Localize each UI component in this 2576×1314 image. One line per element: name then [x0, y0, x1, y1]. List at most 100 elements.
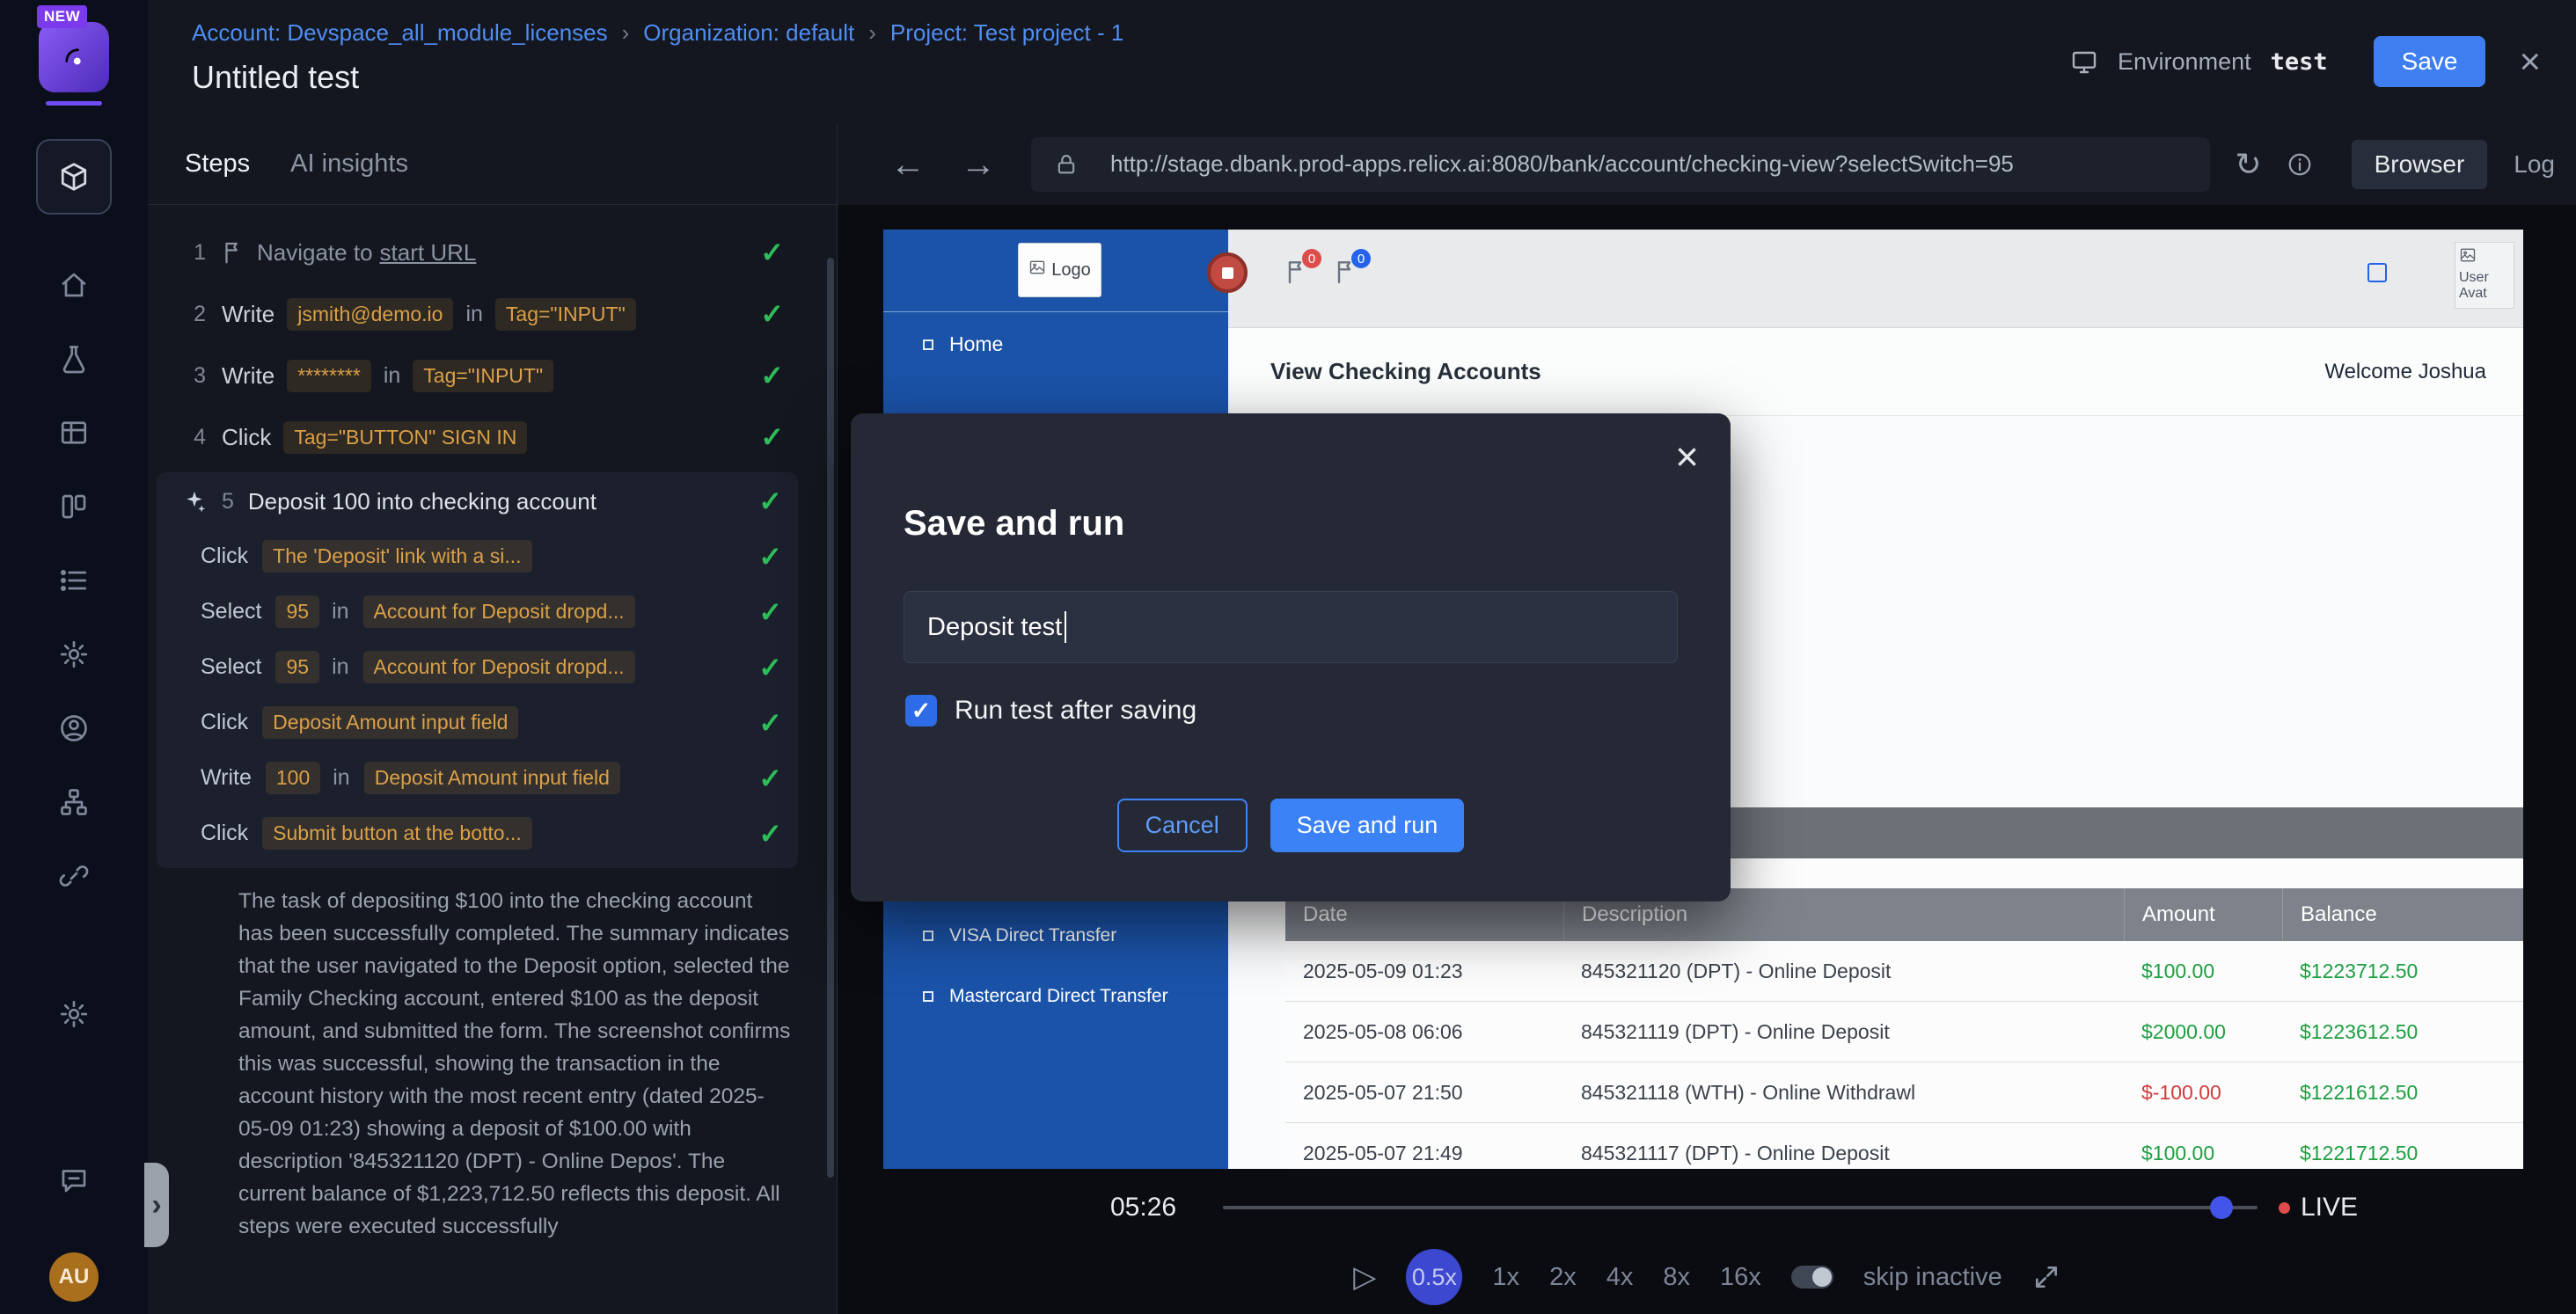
- speed-option-0-5x[interactable]: 0.5x: [1406, 1249, 1462, 1305]
- step-row-navigate[interactable]: 1 Navigate to start URL ✓: [148, 226, 837, 279]
- cell-date: 2025-05-09 01:23: [1285, 960, 1563, 983]
- bank-user-avatar-broken-image[interactable]: User Avat: [2455, 242, 2514, 309]
- target-chip[interactable]: Deposit Amount input field: [364, 762, 620, 794]
- substep-row[interactable]: Select 95 in Account for Deposit dropd..…: [169, 639, 782, 695]
- substep-row[interactable]: Write 100 in Deposit Amount input field …: [169, 750, 782, 806]
- target-chip[interactable]: Account for Deposit dropd...: [363, 595, 635, 628]
- col-header-amount: Amount: [2124, 888, 2282, 941]
- breadcrumb-separator: ›: [622, 19, 630, 47]
- back-icon[interactable]: ←: [890, 147, 926, 182]
- sidebar-item-suites[interactable]: [57, 416, 91, 449]
- speed-option-1x[interactable]: 1x: [1492, 1263, 1519, 1292]
- tab-browser[interactable]: Browser: [2352, 140, 2488, 189]
- breadcrumb-account[interactable]: Account: Devspace_all_module_licenses: [192, 19, 608, 47]
- sidebar-item-support-chat[interactable]: [57, 1164, 91, 1197]
- checkbox-checked-icon[interactable]: [905, 695, 937, 726]
- forward-icon[interactable]: →: [961, 147, 996, 182]
- value-chip[interactable]: 95: [275, 595, 319, 628]
- value-chip[interactable]: 100: [266, 762, 320, 794]
- info-icon[interactable]: [2287, 151, 2313, 178]
- start-url-link[interactable]: start URL: [380, 239, 477, 266]
- value-chip[interactable]: jsmith@demo.io: [287, 298, 453, 331]
- substep-row[interactable]: Select 95 in Account for Deposit dropd..…: [169, 584, 782, 639]
- expand-icon[interactable]: [2032, 1263, 2060, 1291]
- target-chip[interactable]: The 'Deposit' link with a si...: [262, 540, 531, 573]
- bank-flag-notification[interactable]: 0: [1332, 258, 1362, 296]
- bank-nav-visa-transfer[interactable]: VISA Direct Transfer: [923, 925, 1116, 946]
- bank-nav-mastercard-transfer[interactable]: Mastercard Direct Transfer: [923, 986, 1168, 1007]
- sidebar-item-home[interactable]: [57, 268, 91, 302]
- app-logo[interactable]: [39, 22, 109, 92]
- modal-close-icon[interactable]: ×: [1675, 436, 1699, 477]
- url-bar[interactable]: http://stage.dbank.prod-apps.relicx.ai:8…: [1031, 137, 2210, 192]
- step-row-write-email[interactable]: 2 Write jsmith@demo.io in Tag="INPUT" ✓: [148, 288, 837, 340]
- table-row[interactable]: 2025-05-07 21:50 845321118 (WTH) - Onlin…: [1285, 1062, 2523, 1123]
- save-button[interactable]: Save: [2374, 36, 2486, 87]
- sidebar-item-runs[interactable]: [57, 564, 91, 597]
- bank-welcome-text: Welcome Joshua: [2324, 360, 2486, 384]
- steps-tabs: Steps AI insights: [148, 123, 837, 205]
- substep-row[interactable]: Click Submit button at the botto... ✓: [169, 806, 782, 861]
- sidebar-item-integrations[interactable]: [57, 859, 91, 893]
- speed-option-8x[interactable]: 8x: [1663, 1263, 1690, 1292]
- live-label[interactable]: LIVE: [2301, 1193, 2358, 1223]
- bank-square-icon[interactable]: [2367, 263, 2387, 282]
- bank-nav-home[interactable]: Home: [923, 332, 1003, 356]
- target-chip[interactable]: Tag="BUTTON" SIGN IN: [283, 421, 527, 454]
- sidebar-item-tests[interactable]: [36, 139, 112, 215]
- table-row[interactable]: 2025-05-09 01:23 845321120 (DPT) - Onlin…: [1285, 941, 2523, 1002]
- test-name-input[interactable]: Deposit test: [904, 591, 1678, 663]
- step-row-write-password[interactable]: 3 Write ******** in Tag="INPUT" ✓: [148, 349, 837, 402]
- sidebar-item-flows[interactable]: [57, 785, 91, 819]
- substep-row[interactable]: Click Deposit Amount input field ✓: [169, 695, 782, 750]
- breadcrumb-project[interactable]: Project: Test project - 1: [890, 19, 1123, 47]
- sidebar-item-settings[interactable]: [57, 638, 91, 671]
- step-group-header[interactable]: 5 Deposit 100 into checking account ✓: [169, 474, 782, 529]
- user-avatar[interactable]: AU: [49, 1252, 99, 1302]
- panel-collapse-handle[interactable]: ›: [144, 1163, 169, 1247]
- notification-badge: 0: [1351, 249, 1371, 268]
- scrubber-thumb[interactable]: [2210, 1196, 2233, 1219]
- target-chip[interactable]: Tag="INPUT": [413, 360, 553, 392]
- environment-value[interactable]: test: [2271, 48, 2328, 76]
- tab-steps[interactable]: Steps: [185, 150, 250, 179]
- list-icon: [58, 565, 90, 596]
- step-row-click-signin[interactable]: 4 Click Tag="BUTTON" SIGN IN ✓: [148, 411, 837, 464]
- steps-scrollbar[interactable]: [827, 258, 834, 1178]
- tab-log[interactable]: Log: [2514, 150, 2555, 179]
- header: Account: Devspace_all_module_licenses › …: [148, 0, 2576, 123]
- save-and-run-button[interactable]: Save and run: [1270, 799, 1465, 852]
- substep-row[interactable]: Click The 'Deposit' link with a si... ✓: [169, 529, 782, 584]
- close-icon[interactable]: ×: [2519, 43, 2541, 80]
- target-chip[interactable]: Tag="INPUT": [495, 298, 636, 331]
- speed-option-4x[interactable]: 4x: [1606, 1263, 1634, 1292]
- table-row[interactable]: 2025-05-08 06:06 845321119 (DPT) - Onlin…: [1285, 1002, 2523, 1062]
- bank-nav-label: Mastercard Direct Transfer: [949, 986, 1168, 1007]
- value-chip[interactable]: 95: [275, 651, 319, 683]
- cancel-button[interactable]: Cancel: [1117, 799, 1248, 852]
- refresh-icon[interactable]: ↻: [2235, 149, 2261, 180]
- table-row[interactable]: 2025-05-07 21:49 845321117 (DPT) - Onlin…: [1285, 1123, 2523, 1169]
- run-after-saving-option[interactable]: Run test after saving: [905, 695, 1197, 726]
- tab-ai-insights[interactable]: AI insights: [290, 150, 408, 179]
- step-number: 2: [183, 302, 206, 327]
- cell-balance: $1221712.50: [2282, 1142, 2523, 1165]
- success-check-icon: ✓: [760, 420, 784, 454]
- breadcrumb-organization[interactable]: Organization: default: [643, 19, 854, 47]
- bank-page-heading: View Checking Accounts: [1270, 358, 1541, 385]
- target-chip[interactable]: Deposit Amount input field: [262, 706, 518, 739]
- value-chip[interactable]: ********: [287, 360, 371, 392]
- skip-inactive-toggle[interactable]: [1791, 1266, 1833, 1288]
- target-chip[interactable]: Submit button at the botto...: [262, 817, 532, 850]
- timeline-scrubber[interactable]: [1223, 1206, 2258, 1209]
- speed-option-16x[interactable]: 16x: [1720, 1263, 1761, 1292]
- speed-option-2x[interactable]: 2x: [1549, 1263, 1577, 1292]
- sidebar-item-board[interactable]: [57, 490, 91, 523]
- target-chip[interactable]: Account for Deposit dropd...: [363, 651, 635, 683]
- sidebar-item-preferences[interactable]: [57, 997, 91, 1031]
- bank-flag-notification[interactable]: 0: [1283, 258, 1313, 296]
- record-stop-button[interactable]: [1207, 252, 1248, 293]
- sidebar-item-users[interactable]: [57, 712, 91, 745]
- sidebar-item-lab[interactable]: [57, 342, 91, 376]
- play-icon[interactable]: ▷: [1353, 1262, 1376, 1292]
